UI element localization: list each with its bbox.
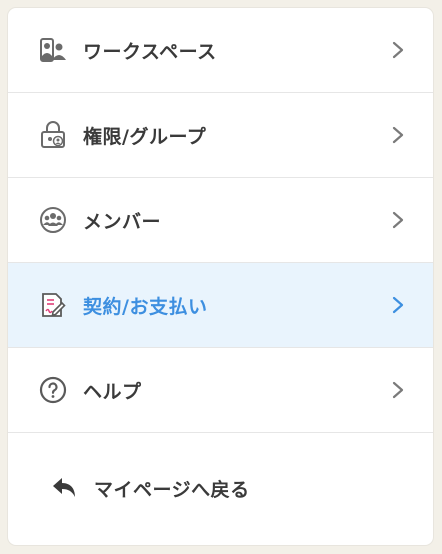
menu-item-label: ヘルプ (83, 380, 142, 403)
help-icon (38, 375, 68, 405)
menu-item-label: 契約/お支払い (83, 295, 208, 318)
contract-document-icon (38, 290, 68, 320)
members-icon (38, 205, 68, 235)
menu-item-label: ワークスペース (83, 40, 217, 63)
chevron-right-icon (392, 296, 404, 314)
menu-item-workspace[interactable]: ワークスペース (8, 8, 433, 93)
settings-menu-card: ワークスペース 権限/グループ メンバー 契約/お支払い ヘルプ マイページへ戻… (8, 8, 433, 545)
menu-item-label: メンバー (83, 210, 162, 233)
menu-item-permissions-groups[interactable]: 権限/グループ (8, 93, 433, 178)
chevron-right-icon (392, 211, 404, 229)
permissions-lock-icon (38, 120, 68, 150)
chevron-right-icon (392, 381, 404, 399)
menu-item-members[interactable]: メンバー (8, 178, 433, 263)
workspace-icon (38, 35, 68, 65)
chevron-right-icon (392, 126, 404, 144)
back-to-mypage-label: マイページへ戻る (94, 478, 250, 501)
menu-item-label: 権限/グループ (83, 125, 207, 148)
chevron-right-icon (392, 41, 404, 59)
reply-back-arrow-icon (53, 478, 75, 497)
back-to-mypage-link[interactable]: マイページへ戻る (8, 433, 433, 543)
menu-item-help[interactable]: ヘルプ (8, 348, 433, 433)
menu-item-contract-payment[interactable]: 契約/お支払い (8, 263, 433, 348)
